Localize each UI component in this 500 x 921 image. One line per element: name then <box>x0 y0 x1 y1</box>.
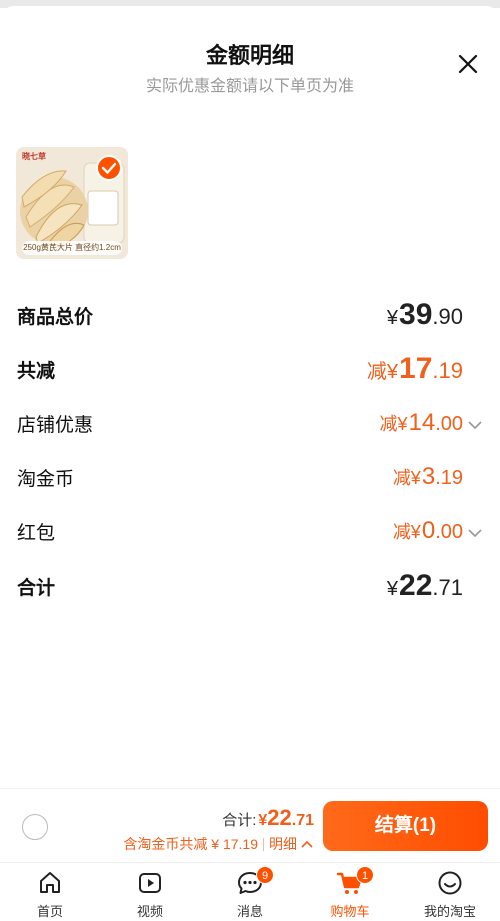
total-discount-row: 共减 减¥ 17.19 <box>17 352 483 386</box>
checkout-bar: 合计: ¥ 22 .71 含淘金币共减 ¥ 17.19 明细 结算(1) <box>0 788 500 862</box>
shop-discount-label: 店铺优惠 <box>17 414 94 436</box>
total-row: 合计 ¥22.71 <box>17 569 483 603</box>
video-icon <box>139 873 161 893</box>
chevron-up-icon <box>301 840 313 848</box>
red-packet-int: 0 <box>421 517 436 544</box>
shop-discount-int: 14 <box>408 409 436 436</box>
total-prefix: ¥ <box>386 578 399 600</box>
tab-profile[interactable]: 我的淘宝 <box>400 863 500 921</box>
shop-discount-dec: .00 <box>435 413 463 435</box>
total-int: 22 <box>399 569 433 602</box>
footer-total-int: 22 <box>267 805 292 830</box>
discount-note: 含淘金币共减 ¥ 17.19 <box>123 836 258 852</box>
total-dec: .71 <box>432 575 463 600</box>
total-discount-amount: 减¥ 17.19 <box>367 352 483 386</box>
footer-total-label: 合计: <box>222 812 257 829</box>
subtotal-prefix: ¥ <box>386 307 399 329</box>
subtotal-dec: .90 <box>432 304 463 329</box>
product-brand: 晓七草 <box>22 152 46 161</box>
tab-cart-label: 购物车 <box>330 904 370 919</box>
amount-detail-sheet: 金额明细 实际优惠金额请以下单页为准 晓七草 250g黄芪大片 直径约1.2cm… <box>0 6 500 806</box>
sheet-subtitle: 实际优惠金额请以下单页为准 <box>145 78 354 95</box>
footer-total-dec: .71 <box>291 812 314 829</box>
red-packet-prefix: 减¥ <box>392 522 421 542</box>
product-caption: 250g黄芪大片 直径约1.2cm <box>22 241 122 255</box>
red-packet-row[interactable]: 红包 减¥ 0.00 <box>17 514 483 548</box>
tab-cart[interactable]: 1 购物车 <box>300 863 400 921</box>
product-thumbnail[interactable]: 晓七草 250g黄芪大片 直径约1.2cm <box>16 147 128 259</box>
tab-home-label: 首页 <box>36 904 63 919</box>
tab-home[interactable]: 首页 <box>0 863 100 921</box>
bottom-tab-bar: 首页 视频 9 消息 1 购物车 我的淘宝 <box>0 862 500 921</box>
home-icon <box>40 872 60 893</box>
total-label: 合计 <box>17 577 56 599</box>
subtotal-row: 商品总价 ¥39.90 <box>17 298 483 332</box>
shop-discount-prefix: 减¥ <box>379 414 408 434</box>
total-discount-prefix: 减¥ <box>366 361 399 383</box>
messages-badge: 9 <box>256 866 274 884</box>
taojinbi-dec: .19 <box>435 467 463 489</box>
select-all-radio[interactable] <box>22 814 48 840</box>
subtotal-label: 商品总价 <box>17 306 94 328</box>
tab-video-label: 视频 <box>136 904 163 919</box>
subtotal-amount: ¥39.90 <box>387 298 483 332</box>
checkout-button[interactable]: 结算(1) <box>323 801 488 851</box>
red-packet-dec: .00 <box>435 521 463 543</box>
selected-check-icon[interactable] <box>96 155 122 181</box>
tab-profile-label: 我的淘宝 <box>423 904 476 919</box>
taojinbi-prefix: 减¥ <box>392 468 421 488</box>
chevron-down-icon[interactable] <box>467 420 483 430</box>
footer-total-prefix: ¥ <box>258 812 268 829</box>
subtotal-int: 39 <box>399 298 433 331</box>
red-packet-amount: 减¥ 0.00 <box>393 517 483 545</box>
chevron-down-icon[interactable] <box>467 528 483 538</box>
tab-messages[interactable]: 9 消息 <box>200 863 300 921</box>
taojinbi-int: 3 <box>421 463 436 490</box>
tab-video[interactable]: 视频 <box>100 863 200 921</box>
profile-icon <box>438 871 462 895</box>
detail-label: 明细 <box>269 836 297 852</box>
taojinbi-label: 淘金币 <box>17 468 75 490</box>
detail-toggle[interactable]: 明细 <box>269 834 314 854</box>
red-packet-label: 红包 <box>17 522 56 544</box>
taojinbi-amount: 减¥ 3.19 <box>393 463 483 491</box>
shop-discount-row[interactable]: 店铺优惠 减¥ 14.00 <box>17 406 483 440</box>
tab-messages-label: 消息 <box>236 904 263 919</box>
total-amount: ¥22.71 <box>387 569 483 603</box>
divider <box>263 837 264 851</box>
taojinbi-row: 淘金币 减¥ 3.19 <box>17 460 483 494</box>
total-discount-int: 17 <box>399 352 433 385</box>
footer-total: 合计: ¥ 22 .71 <box>222 805 314 831</box>
close-icon[interactable] <box>456 52 480 76</box>
total-discount-dec: .19 <box>432 358 463 383</box>
cart-badge: 1 <box>356 866 374 884</box>
total-discount-label: 共减 <box>17 360 56 382</box>
sheet-title: 金额明细 <box>205 43 294 68</box>
footer-note: 含淘金币共减 ¥ 17.19 明细 <box>123 834 314 854</box>
shop-discount-amount: 减¥ 14.00 <box>379 409 483 437</box>
